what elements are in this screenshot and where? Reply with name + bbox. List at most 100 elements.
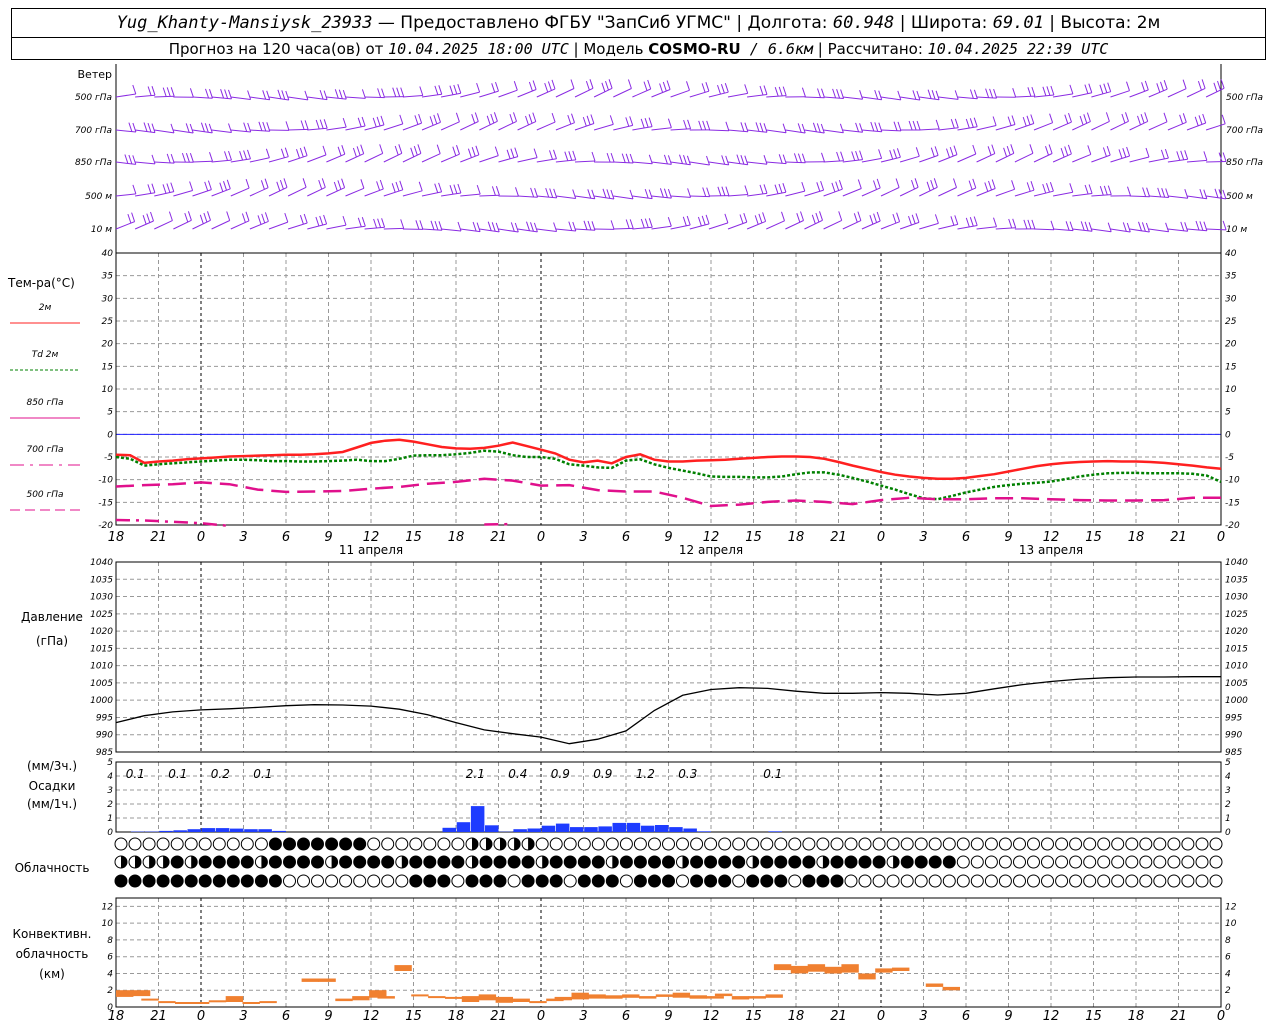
wind-barb-feather [1199,221,1204,231]
cloud-cover-symbol [605,874,619,888]
y-tick-label-right: -10 [1225,476,1240,486]
cloud-cover-symbol [984,837,998,851]
wind-barb-shaft [345,153,364,163]
wind-barb-feather [261,213,266,224]
cloud-cover-symbol [1013,855,1026,869]
wind-barb-shaft [842,129,863,133]
wind-barb-shaft [1014,152,1034,163]
wind-barb-shaft [689,90,710,98]
wind-barb-feather [781,211,785,221]
wind-barb-shaft [785,220,804,230]
cloud-cover-symbol [704,837,718,851]
convective-bar [495,996,513,1003]
convective-bar [892,967,910,971]
wind-barb-feather [319,89,324,100]
cloud-cover-symbol [676,837,689,851]
wind-barb-feather [874,89,879,100]
wind-barb-feather [821,152,825,162]
y-tick-label-right: 30 [1225,294,1237,304]
y-tick-label-left: 40 [102,249,114,259]
wind-barb-feather [243,150,248,160]
wind-barb-shaft [536,195,557,199]
wind-barb-shaft [307,127,328,131]
convective-bar [428,996,446,999]
y-tick-label-right: -15 [1225,498,1240,508]
cloud-cover-symbol [591,855,605,869]
wind-barb-feather [873,180,877,190]
wind-barb-feather [801,123,806,134]
wind-barb-feather [954,215,959,225]
wind-barb-feather [419,86,424,96]
wind-barb-feather [377,218,382,228]
wind-barb-feather [303,146,308,156]
cloud-cover-symbol [704,855,718,869]
wind-barb-feather [185,153,190,163]
wind-barb-feather [357,117,362,127]
cloud-cover-symbol [367,855,381,869]
wind-barb-feather [621,153,626,163]
wind-barb-shaft [115,161,136,165]
wind-level-label-left: 700 гПа [75,126,112,136]
wind-barb-feather [778,183,783,194]
cloud-cover-symbol [1083,874,1097,888]
temp-legend-label: 2м [39,303,52,313]
x-tick-label: 18 [108,530,125,545]
wind-barb-feather [1049,182,1054,192]
convective-bar [259,1001,277,1004]
wind-barb-shaft [1091,91,1111,98]
wind-barb-feather [209,152,213,162]
x-tick-label: 15 [745,530,762,545]
cloud-cover-symbol [816,874,830,888]
wind-barb-feather [838,180,843,190]
wind-barb-feather [528,81,533,92]
wind-barb-feather [648,117,653,127]
wind-barb-shaft [995,227,1016,230]
wind-barb-feather [679,154,683,164]
convective-bar [790,965,809,974]
wind-barb-feather [491,186,496,196]
cloud-cover-symbol [858,837,872,851]
wind-barb-shaft [364,124,385,131]
cloud-cover-half [528,838,535,850]
pressure-panel: 1040 1040 1035 1035 1030 1030 1025 1025 1020 1020… [90,558,1248,758]
cloud-cover-symbol [633,837,647,851]
wind-barb-feather [662,81,667,92]
wind-barb-feather [392,87,397,97]
wind-barb-feather [1184,150,1189,160]
wind-barb-shaft [173,219,192,230]
wind-barb-shaft [173,129,194,134]
wind-barb-shaft [766,95,787,98]
wind-barb-feather [912,90,917,100]
wind-level-label-left: 500 м [85,192,112,202]
wind-barb-feather [162,87,167,97]
y-tick-label-right: 10 [1225,385,1237,395]
precip-bar [456,822,471,832]
wind-barb-feather [262,90,267,100]
wind-barb-shaft [517,228,538,233]
wind-barb-feather [706,187,711,197]
wind-barb-shaft [574,160,596,163]
wind-barb-feather [1179,114,1184,124]
wind-barb-feather [220,89,225,99]
cloud-cover-symbol [521,874,535,888]
wind-barb-feather [207,211,211,221]
convective-bar [925,983,944,987]
wind-barb-feather [1010,144,1015,154]
wind-barb-shaft [326,187,345,197]
y-tick-label-left: 25 [102,317,114,327]
wind-barb-feather [706,120,711,131]
cloud-cover-symbol [942,837,956,851]
y-tick-label-left: 6 [107,953,113,963]
wind-barb-feather [908,120,913,131]
wind-barb-feather [532,112,537,122]
wind-barb-feather [533,222,538,233]
convective-bar [875,968,893,973]
wind-barb-shaft [1014,189,1035,197]
convective-bar [335,998,353,1002]
wind-barb-shaft [1053,191,1073,197]
wind-barb-feather [1137,115,1141,126]
wind-barb-feather [969,118,974,128]
convective-bar [706,996,724,999]
cloud-cover-symbol [1167,855,1181,869]
wind-barb-feather [585,80,590,91]
